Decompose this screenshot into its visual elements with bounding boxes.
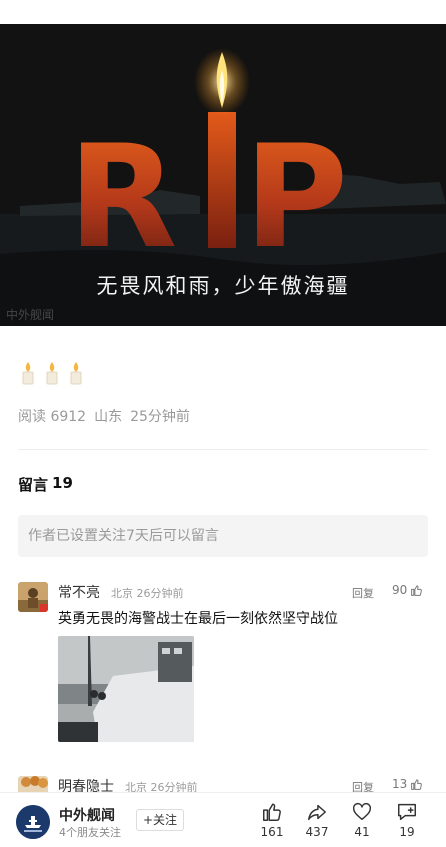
candle-icon (22, 362, 34, 385)
comments-title: 留言 (18, 476, 49, 494)
commenter-name[interactable]: 常不亮 (58, 582, 100, 602)
article-meta: 阅读 6912 山东 25分钟前 (18, 406, 190, 426)
hero-caption: 无畏风和雨，少年傲海疆 (96, 274, 350, 298)
heart-count: 41 (354, 825, 370, 839)
comment-text: 英勇无畏的海警战士在最后一刻依然坚守战位 (58, 611, 338, 627)
comment-like-button[interactable]: 13 (392, 777, 423, 791)
comment-count: 19 (399, 825, 415, 839)
comment-like-button[interactable]: 90 (392, 583, 423, 597)
thumbs-up-icon (411, 778, 423, 790)
like-button[interactable]: 161 (252, 801, 292, 839)
comment-location: 北京 (111, 587, 133, 600)
comment-image[interactable] (58, 636, 194, 742)
reply-button[interactable]: 回复 (352, 585, 374, 601)
comment-location-time: 北京 26分钟前 (111, 585, 184, 601)
comment-item: 常不亮 北京 26分钟前 回复 90 英勇无畏的海警战士在最后一刻依然坚守战位 (18, 582, 428, 752)
hero-image[interactable]: R P 无畏风和雨，少年傲海疆 中外舰闻 (0, 24, 446, 326)
rip-letter-p: P (244, 115, 348, 280)
comments-header: 留言 19 (18, 474, 73, 495)
account-name[interactable]: 中外舰闻 (59, 805, 115, 825)
avatar[interactable] (18, 582, 48, 612)
divider (18, 449, 428, 450)
comment-like-count: 90 (392, 583, 408, 597)
friends-following: 4个朋友关注 (59, 826, 121, 839)
comments-count: 19 (52, 474, 73, 492)
comment-like-count: 13 (392, 777, 408, 791)
candle-emoji-row (18, 361, 86, 385)
rip-letter-r: R (68, 115, 177, 280)
read-count: 阅读 6912 (18, 409, 87, 425)
account-logo[interactable] (16, 805, 50, 839)
publish-time: 25分钟前 (130, 409, 190, 425)
comment-restriction-notice: 作者已设置关注7天后可以留言 (18, 515, 428, 557)
thumbs-up-icon (411, 584, 423, 596)
candle-icon (70, 362, 82, 385)
share-count: 437 (305, 825, 329, 839)
comment-button[interactable]: 19 (387, 801, 427, 839)
comment-time: 26分钟前 (136, 587, 184, 600)
comment-add-icon (398, 803, 416, 821)
thumbs-up-icon (263, 803, 281, 821)
top-strip (0, 0, 446, 24)
like-count: 161 (260, 825, 284, 839)
candle-icon (46, 362, 58, 385)
hero-watermark: 中外舰闻 (6, 308, 55, 322)
follow-button[interactable]: +关注 (136, 809, 184, 831)
location: 山东 (94, 409, 123, 425)
candle-body (208, 112, 236, 248)
heart-button[interactable]: 41 (342, 801, 382, 839)
share-arrow-icon (308, 804, 326, 821)
share-button[interactable]: 437 (297, 801, 337, 839)
bottom-action-bar: 中外舰闻 4个朋友关注 +关注 161 437 41 19 (0, 792, 446, 847)
heart-icon (352, 802, 372, 821)
